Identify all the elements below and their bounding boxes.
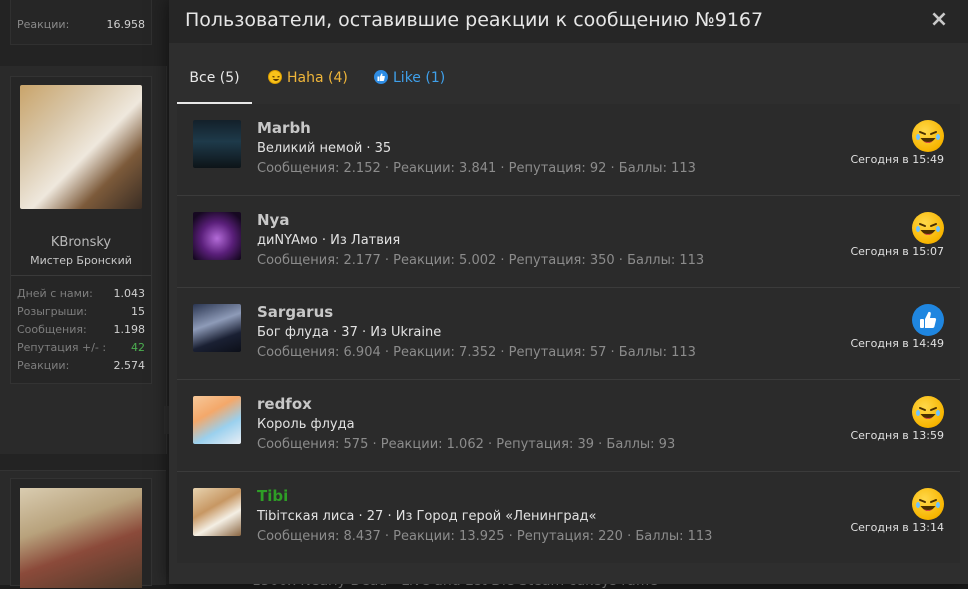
avatar[interactable] (193, 304, 241, 352)
user-title: Мистер Бронский (30, 254, 132, 267)
user-title: Король флуда (257, 417, 355, 432)
username-link[interactable]: Nya (257, 211, 289, 229)
stat-label: Сообщения: (17, 323, 87, 336)
avatar[interactable] (20, 488, 142, 588)
like-thumb-icon (374, 70, 388, 84)
haha-reaction-icon (912, 120, 944, 152)
stat-row: Реакции: 2.574 (17, 359, 145, 377)
modal-title: Пользователи, оставившие реакции к сообщ… (185, 9, 764, 31)
user-stats: Сообщения: 8.437 · Реакции: 13.925 · Реп… (257, 529, 713, 544)
user-card (10, 478, 152, 588)
avatar[interactable] (193, 120, 241, 168)
tab-like[interactable]: Like (1) (374, 43, 445, 103)
stat-label: Дней с нами: (17, 287, 93, 300)
tab-haha[interactable]: Haha (4) (268, 43, 348, 103)
avatar[interactable] (193, 488, 241, 536)
user-stats: Сообщения: 575 · Реакции: 1.062 · Репута… (257, 437, 676, 452)
reactors-list: Marbh Великий немой · 35 Сообщения: 2.15… (177, 104, 960, 563)
haha-reaction-icon (912, 488, 944, 520)
haha-emoji-icon (268, 70, 282, 84)
username-link[interactable]: Marbh (257, 119, 311, 137)
stat-value: 2.574 (113, 359, 146, 372)
divider (11, 275, 151, 276)
stat-value: 16.958 (106, 18, 146, 31)
stat-row: Репутация +/- : 42 (17, 341, 145, 359)
like-reaction-icon (912, 304, 944, 336)
username[interactable]: KBronsky (11, 235, 151, 250)
stat-row: Сообщения: 1.198 (17, 323, 145, 341)
stat-label: Реакции: (17, 18, 70, 31)
stat-value: 42 (131, 341, 145, 354)
stat-label: Розыгрыши: (17, 305, 88, 318)
list-item: Marbh Великий немой · 35 Сообщения: 2.15… (177, 104, 960, 196)
user-stats: Сообщения: 6.904 · Реакции: 7.352 · Репу… (257, 345, 696, 360)
user-title: Tibiтская лиса · 27 · Из Город герой «Ле… (257, 509, 597, 524)
previous-post-stats: Реакции: 16.958 (10, 0, 152, 45)
reaction-time: Сегодня в 15:07 (850, 245, 944, 258)
stat-row: Дней с нами: 1.043 (17, 287, 145, 305)
close-icon[interactable]: × (928, 9, 950, 31)
list-item: Nya диNYAмо · Из Латвия Сообщения: 2.177… (177, 196, 960, 288)
username-link[interactable]: Sargarus (257, 303, 333, 321)
stat-label: Репутация +/- : (17, 341, 107, 354)
tab-label: Haha (4) (287, 70, 348, 86)
user-title: Великий немой · 35 (257, 141, 392, 156)
tab-all[interactable]: Все (5) (177, 43, 252, 104)
user-title: Бог флуда · 37 · Из Ukraine (257, 325, 442, 340)
haha-reaction-icon (912, 212, 944, 244)
stat-value: 1.043 (113, 287, 146, 300)
stat-value: 1.198 (113, 323, 146, 336)
reactions-modal: Пользователи, оставившие реакции к сообщ… (169, 0, 968, 584)
user-stats: Сообщения: 2.152 · Реакции: 3.841 · Репу… (257, 161, 696, 176)
tab-label: Все (5) (189, 70, 240, 86)
modal-header: Пользователи, оставившие реакции к сообщ… (169, 0, 968, 43)
reaction-time: Сегодня в 13:59 (850, 429, 944, 442)
list-item: redfox Король флуда Сообщения: 575 · Реа… (177, 380, 960, 472)
avatar[interactable] (20, 85, 142, 209)
haha-reaction-icon (912, 396, 944, 428)
list-item: Tibi Tibiтская лиса · 27 · Из Город геро… (177, 472, 960, 563)
username-link[interactable]: redfox (257, 395, 312, 413)
user-card: KBronsky Мистер Бронский Дней с нами: 1.0… (10, 76, 152, 384)
reaction-time: Сегодня в 15:49 (850, 153, 944, 166)
stat-row: Розыгрыши: 15 (17, 305, 145, 323)
user-stats: Дней с нами: 1.043 Розыгрыши: 15 Сообщения… (17, 287, 145, 377)
avatar[interactable] (193, 212, 241, 260)
user-title: диNYAмо · Из Латвия (257, 233, 401, 248)
user-stats: Сообщения: 2.177 · Реакции: 5.002 · Репу… (257, 253, 705, 268)
reaction-time: Сегодня в 13:14 (850, 521, 944, 534)
stat-label: Реакции: (17, 359, 70, 372)
stat-value: 15 (131, 305, 145, 318)
tab-label: Like (1) (393, 70, 446, 86)
username-link[interactable]: Tibi (257, 487, 288, 505)
reaction-time: Сегодня в 14:49 (850, 337, 944, 350)
list-item: Sargarus Бог флуда · 37 · Из Ukraine Соо… (177, 288, 960, 380)
reaction-tabs: Все (5) Haha (4) Like (1) (177, 43, 960, 104)
avatar[interactable] (193, 396, 241, 444)
